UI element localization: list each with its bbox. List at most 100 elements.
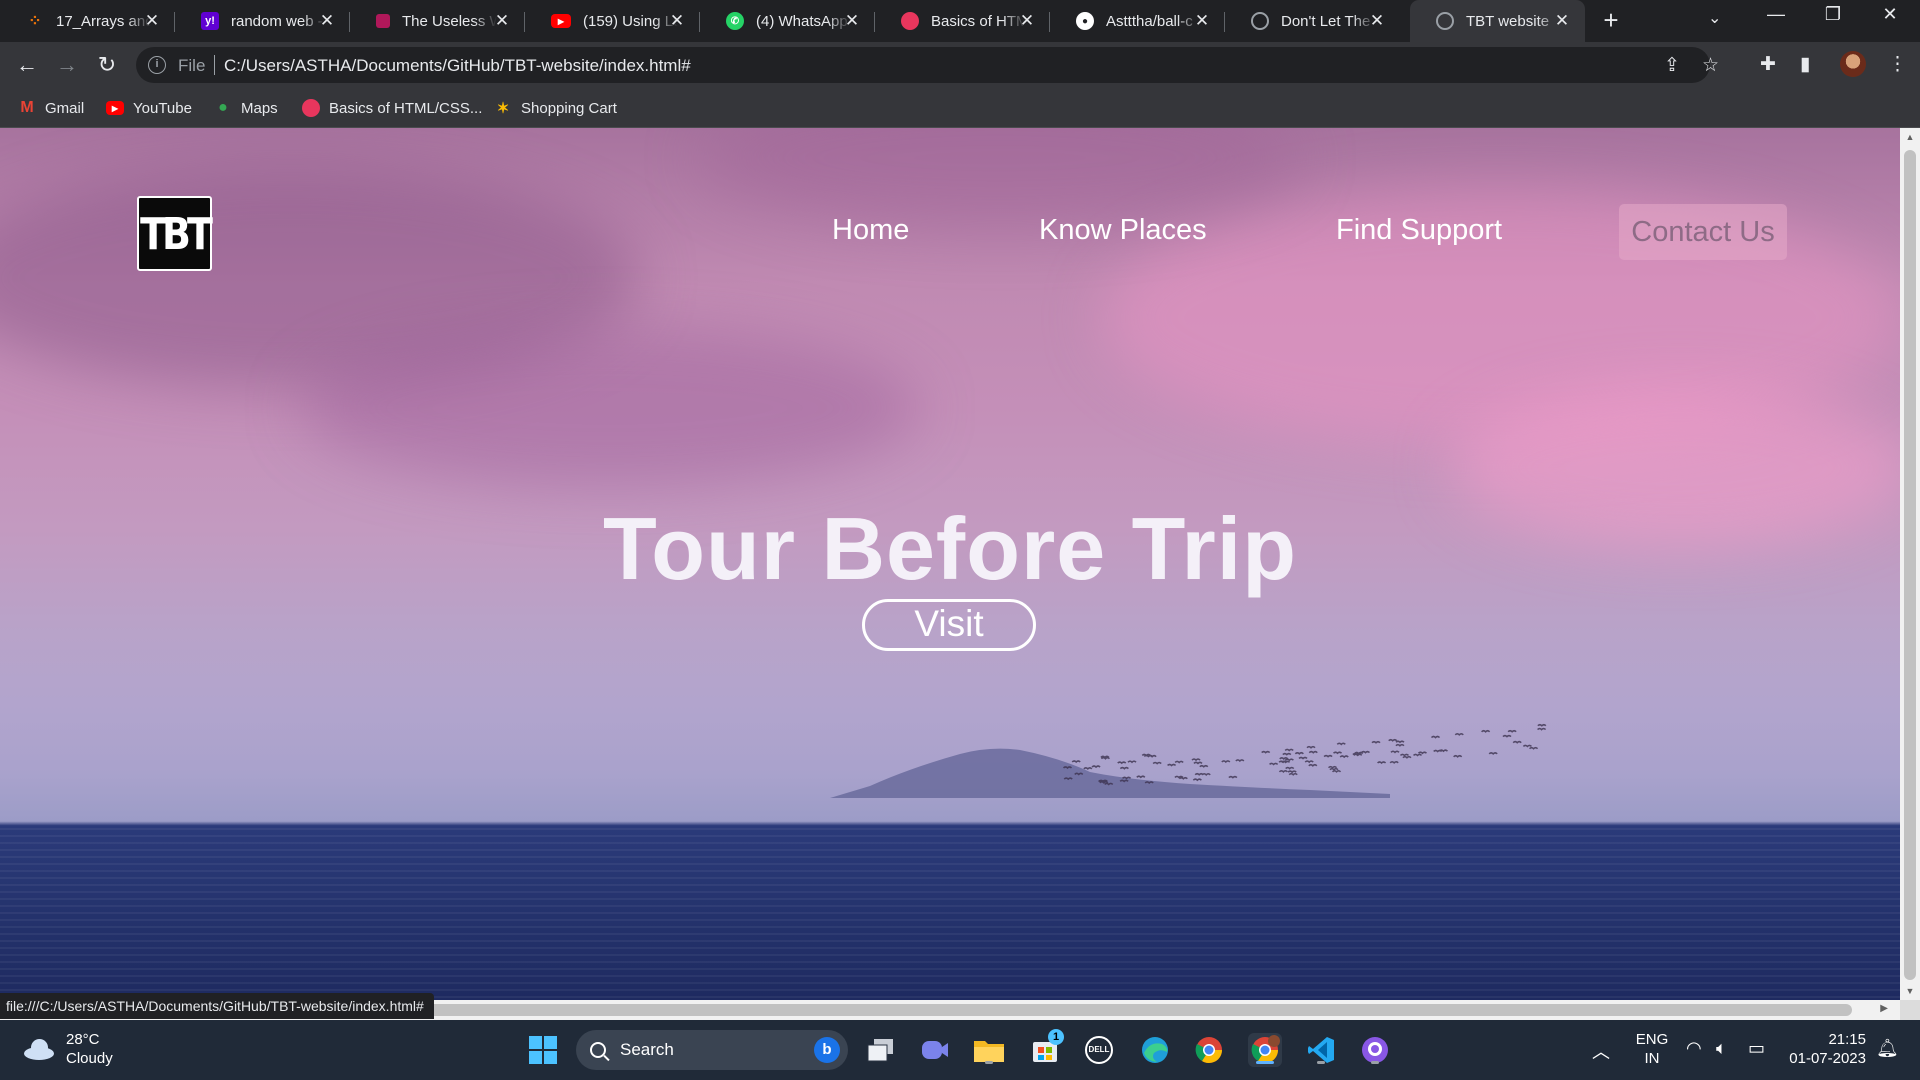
close-icon[interactable]: ✕ bbox=[318, 12, 336, 30]
bird bbox=[1488, 752, 1498, 755]
close-icon[interactable]: ✕ bbox=[1368, 12, 1386, 30]
tab-youtube[interactable]: ▶ (159) Using Lo ✕ bbox=[525, 0, 700, 42]
bird bbox=[1127, 760, 1137, 764]
bird bbox=[1528, 746, 1539, 750]
bookmark-gmail[interactable]: M Gmail bbox=[18, 98, 84, 118]
bird bbox=[1174, 775, 1184, 779]
profile-avatar[interactable] bbox=[1840, 51, 1866, 77]
side-panel-icon[interactable]: ▮ bbox=[1800, 53, 1810, 76]
tab-arrays[interactable]: ⁘ 17_Arrays and ✕ bbox=[0, 0, 175, 42]
bird bbox=[1178, 776, 1188, 780]
tab-title: Astttha/ball-c bbox=[1106, 12, 1193, 30]
microsoft-store-icon[interactable]: 1 bbox=[1028, 1029, 1064, 1067]
bird bbox=[1152, 761, 1162, 765]
extensions-puzzle-icon[interactable]: ✚ bbox=[1760, 53, 1776, 76]
wifi-icon[interactable]: ◠ bbox=[1686, 1038, 1702, 1059]
url-text[interactable]: C:/Users/ASTHA/Documents/GitHub/TBT-webs… bbox=[224, 56, 691, 76]
tab-random-web[interactable]: y! random web - ✕ bbox=[175, 0, 350, 42]
close-icon[interactable]: ✕ bbox=[843, 12, 861, 30]
language-indicator[interactable]: ENG IN bbox=[1632, 1030, 1672, 1068]
bookmark-youtube[interactable]: ▶ YouTube bbox=[106, 98, 192, 118]
nav-find-support[interactable]: Find Support bbox=[1336, 214, 1502, 247]
file-explorer-icon[interactable] bbox=[972, 1033, 1006, 1067]
bookmark-maps[interactable]: ● Maps bbox=[214, 98, 278, 118]
teams-chat-icon[interactable] bbox=[918, 1033, 952, 1067]
minimize-icon[interactable]: — bbox=[1756, 4, 1796, 25]
bookmark-star-icon[interactable]: ☆ bbox=[1702, 54, 1719, 77]
battery-icon[interactable]: ▭ bbox=[1748, 1038, 1765, 1059]
sea-ripples bbox=[0, 828, 1900, 1000]
bird bbox=[1306, 745, 1316, 749]
taskbar-search[interactable]: Search b bbox=[576, 1030, 848, 1070]
tray-overflow-chevron-icon[interactable]: ︿ bbox=[1592, 1038, 1610, 1064]
bird bbox=[1288, 772, 1298, 776]
scroll-up-icon[interactable]: ▲ bbox=[1905, 132, 1915, 142]
bird bbox=[1417, 751, 1428, 755]
search-label: Search bbox=[620, 1040, 674, 1059]
windows-start-icon[interactable] bbox=[526, 1033, 560, 1067]
bird bbox=[1228, 775, 1238, 779]
nav-know-places[interactable]: Know Places bbox=[1039, 214, 1207, 247]
tbt-logo[interactable]: TBT bbox=[137, 196, 213, 271]
bookmark-basics-html[interactable]: Basics of HTML/CSS... bbox=[302, 98, 482, 118]
close-icon[interactable]: ✕ bbox=[1018, 12, 1036, 30]
close-icon[interactable]: ✕ bbox=[668, 12, 686, 30]
dell-icon[interactable]: DELL bbox=[1082, 1033, 1116, 1067]
bookmark-shopping-cart[interactable]: ✶ Shopping Cart bbox=[494, 98, 617, 118]
info-icon[interactable]: i bbox=[148, 56, 166, 74]
bird bbox=[1062, 766, 1073, 770]
close-icon[interactable]: ✕ bbox=[143, 12, 161, 30]
omnibox-divider bbox=[214, 55, 215, 75]
tab-tbt-website[interactable]: TBT website ✕ bbox=[1410, 0, 1585, 42]
tab-basics-html[interactable]: Basics of HTM ✕ bbox=[875, 0, 1050, 42]
github-desktop-icon[interactable] bbox=[1358, 1033, 1392, 1067]
close-icon[interactable]: ✕ bbox=[1553, 12, 1571, 30]
close-icon[interactable]: ✕ bbox=[493, 12, 511, 30]
bird bbox=[1304, 760, 1314, 764]
back-arrow-icon[interactable]: ← bbox=[12, 50, 42, 80]
chrome-profile-icon[interactable] bbox=[1248, 1033, 1282, 1067]
scroll-down-icon[interactable]: ▼ bbox=[1905, 986, 1915, 996]
chrome-icon[interactable] bbox=[1192, 1033, 1226, 1067]
volume-icon[interactable]: 🔈︎ bbox=[1716, 1038, 1727, 1059]
bird bbox=[1063, 777, 1073, 781]
tab-whatsapp[interactable]: ✆ (4) WhatsApp ✕ bbox=[700, 0, 875, 42]
nav-contact-us[interactable]: Contact Us bbox=[1619, 204, 1787, 260]
tab-dont-let[interactable]: Don't Let The ✕ bbox=[1225, 0, 1400, 42]
bird bbox=[1193, 761, 1203, 765]
share-icon[interactable]: ⇪ bbox=[1664, 54, 1680, 77]
bird bbox=[1454, 733, 1464, 736]
vertical-scroll-thumb[interactable] bbox=[1904, 150, 1916, 980]
bird bbox=[1332, 751, 1343, 755]
github-icon: ● bbox=[1076, 12, 1094, 30]
task-view-icon[interactable] bbox=[864, 1033, 898, 1067]
bird bbox=[1091, 765, 1101, 769]
bird bbox=[1083, 767, 1093, 770]
edge-icon[interactable] bbox=[1138, 1033, 1172, 1067]
nav-home[interactable]: Home bbox=[832, 214, 909, 247]
useless-web-icon bbox=[376, 14, 390, 28]
weather-widget[interactable]: 28°C Cloudy bbox=[22, 1030, 113, 1068]
new-tab-button[interactable]: + bbox=[1598, 7, 1624, 34]
restore-icon[interactable]: ❐ bbox=[1813, 4, 1853, 25]
reload-icon[interactable]: ↻ bbox=[92, 50, 122, 80]
bird bbox=[1507, 729, 1517, 733]
menu-kebab-icon[interactable]: ⋮ bbox=[1888, 53, 1907, 76]
tab-strip: ⁘ 17_Arrays and ✕ y! random web - ✕ The … bbox=[0, 0, 1920, 42]
address-bar[interactable]: i File C:/Users/ASTHA/Documents/GitHub/T… bbox=[136, 47, 1719, 83]
close-icon[interactable]: ✕ bbox=[1193, 12, 1211, 30]
notification-bell-icon[interactable]: 🔔︎ bbox=[1876, 1038, 1899, 1059]
tab-useless-web[interactable]: The Useless W ✕ bbox=[350, 0, 525, 42]
clock[interactable]: 21:15 01-07-2023 bbox=[1782, 1030, 1866, 1068]
bird bbox=[1174, 760, 1184, 764]
vscode-icon[interactable] bbox=[1304, 1033, 1338, 1067]
tab-github[interactable]: ● Astttha/ball-c ✕ bbox=[1050, 0, 1225, 42]
forward-arrow-icon[interactable]: → bbox=[52, 50, 82, 80]
scroll-right-icon[interactable]: ▶ bbox=[1880, 1003, 1888, 1014]
vertical-scrollbar[interactable]: ▲ ▼ bbox=[1900, 128, 1920, 1000]
bird bbox=[1390, 750, 1400, 754]
window-close-icon[interactable]: ✕ bbox=[1870, 4, 1910, 25]
bing-icon[interactable]: b bbox=[814, 1037, 840, 1063]
tab-search-chevron-icon[interactable]: ⌄ bbox=[1708, 8, 1721, 28]
visit-button[interactable]: Visit bbox=[862, 599, 1036, 651]
